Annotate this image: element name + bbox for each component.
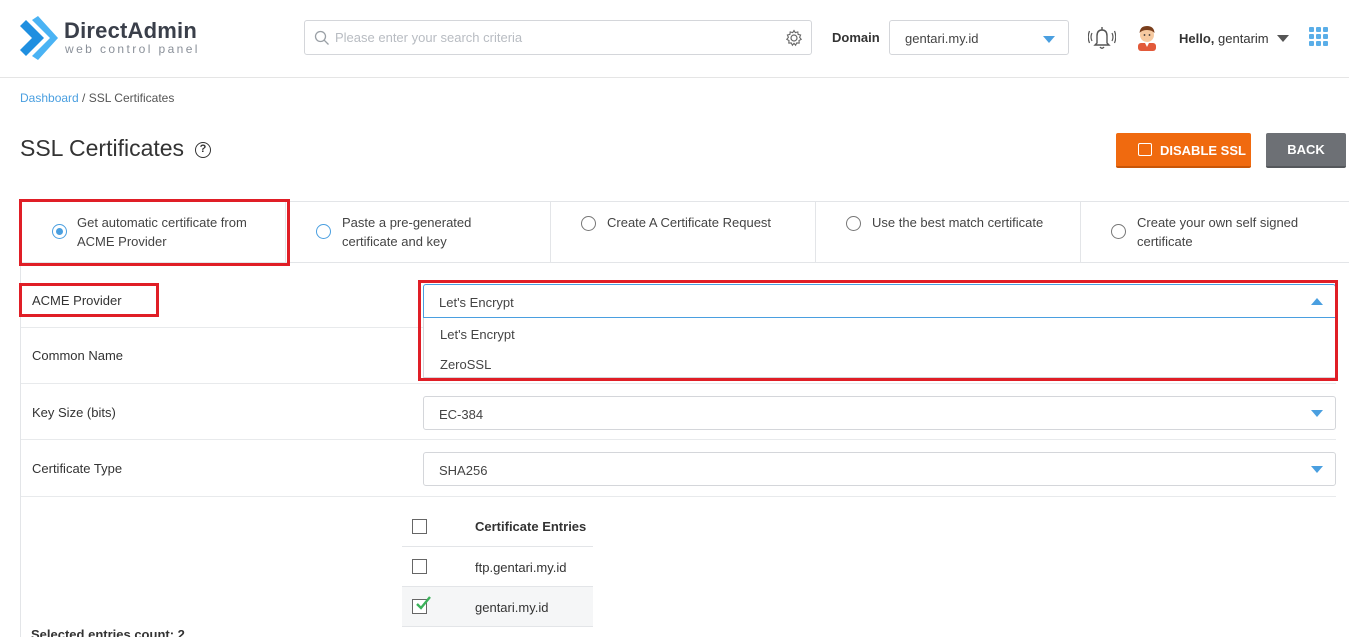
tab-certificate-request[interactable]: Create A Certificate Request <box>551 202 816 262</box>
breadcrumb: Dashboard / SSL Certificates <box>20 91 174 105</box>
hello-label: Hello, <box>1179 31 1215 46</box>
username: gentarim <box>1218 31 1269 46</box>
tab-acme-label: Get automatic certificate from ACME Prov… <box>77 213 247 251</box>
option-lets-encrypt[interactable]: Let's Encrypt <box>440 327 515 342</box>
gear-icon[interactable] <box>785 29 803 47</box>
tab-acme-provider[interactable]: Get automatic certificate from ACME Prov… <box>21 202 286 262</box>
ssl-form: ACME Provider Let's Encrypt Common Name … <box>20 263 1349 637</box>
tab-self-signed[interactable]: Create your own self signed certificate <box>1081 202 1349 262</box>
tab-paste-line1: Paste a pre-generated <box>342 215 472 230</box>
search-input[interactable] <box>335 21 775 54</box>
tab-paste-line2: certificate and key <box>342 234 447 249</box>
acme-provider-label: ACME Provider <box>32 293 122 308</box>
table-header-row: Certificate Entries <box>402 505 593 547</box>
disable-ssl-button[interactable]: DISABLE SSL <box>1116 133 1251 168</box>
chevron-down-icon <box>1311 466 1323 473</box>
selected-entries-count: Selected entries count: 2 <box>31 627 185 637</box>
entry-checkbox[interactable] <box>412 559 427 574</box>
table-row[interactable]: gentari.my.id <box>402 587 593 627</box>
page-title: SSL Certificates <box>20 135 185 161</box>
back-button[interactable]: BACK <box>1266 133 1346 168</box>
entry-name: gentari.my.id <box>475 600 549 615</box>
user-greeting[interactable]: Hello, gentarim <box>1179 31 1269 46</box>
common-name-label: Common Name <box>32 348 124 363</box>
user-menu-chevron-icon[interactable] <box>1277 35 1289 42</box>
option-zerossl[interactable]: ZeroSSL <box>440 357 491 372</box>
domain-label: Domain <box>832 30 880 45</box>
breadcrumb-dashboard-link[interactable]: Dashboard <box>20 91 79 105</box>
tab-paste-certificate[interactable]: Paste a pre-generated certificate and ke… <box>286 202 551 262</box>
tab-best-match[interactable]: Use the best match certificate <box>816 202 1081 262</box>
tab-self-signed-line1: Create your own self signed <box>1137 215 1299 230</box>
tab-acme-line2: ACME Provider <box>77 234 167 249</box>
radio-best-match[interactable] <box>846 216 861 231</box>
logo-name: DirectAdmin <box>64 18 197 43</box>
directadmin-logo[interactable]: DirectAdmin web control panel <box>18 16 218 60</box>
bell-icon[interactable] <box>1088 25 1116 51</box>
avatar[interactable] <box>1134 23 1160 51</box>
logo-subtitle: web control panel <box>65 42 200 56</box>
chevron-down-icon <box>1043 36 1055 43</box>
key-size-value: EC-384 <box>439 407 484 422</box>
breadcrumb-current: SSL Certificates <box>88 91 175 105</box>
tab-self-signed-label: Create your own self signed certificate <box>1137 213 1298 251</box>
acme-provider-dropdown: Let's Encrypt ZeroSSL <box>423 318 1336 378</box>
certificate-type-value: SHA256 <box>439 463 488 478</box>
certificate-type-label: Certificate Type <box>32 461 123 476</box>
entry-checkbox[interactable] <box>412 596 431 614</box>
select-all-checkbox[interactable] <box>412 519 427 534</box>
chevron-up-icon <box>1311 298 1323 305</box>
chevron-down-icon <box>1311 410 1323 417</box>
certificate-type-select[interactable]: SHA256 <box>423 452 1336 486</box>
table-row[interactable]: ftp.gentari.my.id <box>402 547 593 587</box>
tab-acme-line1: Get automatic certificate from <box>77 215 247 230</box>
radio-acme-provider[interactable] <box>52 224 67 239</box>
radio-certificate-request[interactable] <box>581 216 596 231</box>
top-header: DirectAdmin web control panel Domain gen… <box>0 0 1349 78</box>
radio-self-signed[interactable] <box>1111 224 1126 239</box>
breadcrumb-separator: / <box>78 91 89 105</box>
key-size-label: Key Size (bits) <box>32 405 116 420</box>
certificate-icon <box>1138 143 1152 156</box>
logo-mark-icon <box>20 16 58 60</box>
key-size-select[interactable]: EC-384 <box>423 396 1336 430</box>
disable-ssl-label: DISABLE SSL <box>1160 143 1246 158</box>
certificate-method-tabs: Get automatic certificate from ACME Prov… <box>20 201 1349 263</box>
radio-paste-certificate[interactable] <box>316 224 331 239</box>
checkmark-icon <box>416 596 431 610</box>
domain-select[interactable]: gentari.my.id <box>889 20 1069 55</box>
apps-grid-icon[interactable] <box>1309 27 1329 47</box>
domain-value: gentari.my.id <box>905 31 979 46</box>
tab-self-signed-line2: certificate <box>1137 234 1193 249</box>
tab-best-match-label: Use the best match certificate <box>872 215 1044 230</box>
tab-paste-label: Paste a pre-generated certificate and ke… <box>342 213 471 251</box>
help-icon[interactable]: ? <box>195 142 211 158</box>
tab-request-label: Create A Certificate Request <box>607 215 772 230</box>
acme-provider-select[interactable]: Let's Encrypt <box>423 284 1336 318</box>
entry-name: ftp.gentari.my.id <box>475 560 567 575</box>
search-icon <box>314 30 329 45</box>
search-box[interactable] <box>304 20 812 55</box>
acme-provider-value: Let's Encrypt <box>439 295 514 310</box>
certificate-entries-header: Certificate Entries <box>475 519 587 534</box>
